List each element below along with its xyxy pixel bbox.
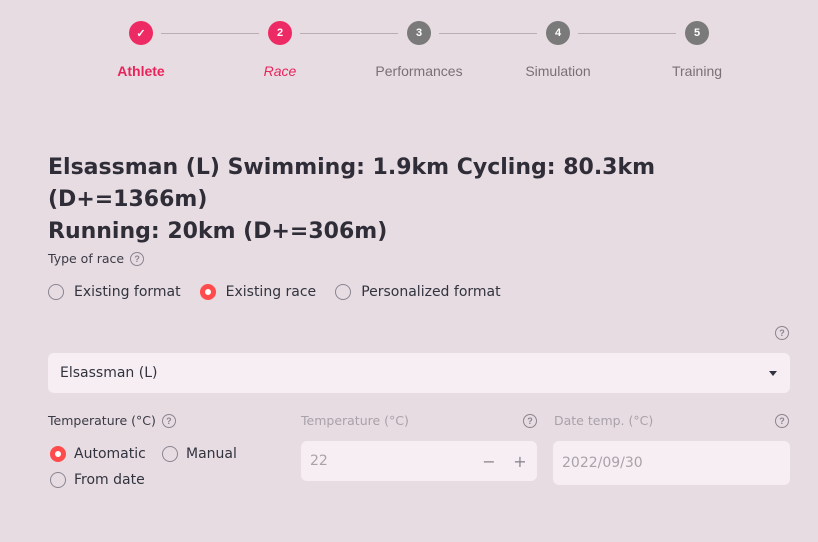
race-select[interactable]: Elsassman (L) [48,353,790,393]
race-select-help-icon[interactable]: ? [775,326,789,340]
temperature-input-label: Temperature (°C) [301,413,537,428]
radio-circle[interactable] [335,284,352,300]
radio-circle-selected[interactable] [199,284,216,300]
temperature-number-input[interactable]: 22 − + [301,441,537,481]
race-summary-title: Elsassman (L) Swimming: 1.9km Cycling: 8… [48,152,788,248]
increment-button[interactable]: + [505,441,535,481]
radio-from-date[interactable]: From date [50,472,145,488]
type-of-race-label-text: Type of race [48,251,125,266]
step-race-circle[interactable]: 2 [268,21,292,45]
date-temp-value: 2022/09/30 [562,455,643,471]
progress-stepper: ✓ 2 3 4 5 Athlete Race Performances Simu… [0,0,818,100]
date-temp-help-icon[interactable]: ? [775,414,789,428]
radio-label: Automatic [74,446,146,462]
radio-circle-selected[interactable] [50,446,66,462]
date-temp-label-text: Date temp. (°C) [554,413,654,428]
step-connector [161,33,259,34]
help-icon[interactable]: ? [161,413,176,428]
temperature-mode-label: Temperature (°C) ? [48,413,176,428]
caret-down-icon[interactable] [769,371,777,376]
race-select-value: Elsassman (L) [60,365,158,381]
step-simulation-label[interactable]: Simulation [488,63,628,79]
radio-existing-race[interactable]: Existing race [199,284,317,300]
radio-circle[interactable] [162,446,178,462]
type-of-race-label: Type of race ? [48,251,145,266]
temperature-input-label-text: Temperature (°C) [301,413,409,428]
type-of-race-radio-group: Existing format Existing race Personaliz… [48,284,501,300]
step-performances-label[interactable]: Performances [349,63,489,79]
radio-label: Existing race [225,284,317,300]
radio-label: Manual [186,446,237,462]
temperature-input-value: 22 [310,453,328,469]
step-connector [439,33,537,34]
radio-automatic[interactable]: Automatic [50,446,146,462]
date-temp-input[interactable]: 2022/09/30 [553,441,790,485]
step-athlete-check-icon[interactable]: ✓ [129,21,153,45]
step-simulation-circle[interactable]: 4 [546,21,570,45]
help-icon[interactable]: ? [130,251,145,266]
radio-existing-format[interactable]: Existing format [48,284,181,300]
step-connector [300,33,398,34]
step-training-label[interactable]: Training [627,63,767,79]
race-summary-line-2: Running: 20km (D+=306m) [48,219,388,244]
step-training-circle[interactable]: 5 [685,21,709,45]
temperature-mode-label-text: Temperature (°C) [48,413,156,428]
radio-circle[interactable] [48,284,64,300]
step-race-label[interactable]: Race [210,63,350,79]
race-summary-line-1: Elsassman (L) Swimming: 1.9km Cycling: 8… [48,155,656,212]
step-athlete-label[interactable]: Athlete [71,63,211,79]
radio-label: Existing format [74,284,181,300]
step-connector [578,33,676,34]
radio-circle[interactable] [50,472,66,488]
radio-manual[interactable]: Manual [162,446,237,462]
step-performances-circle[interactable]: 3 [407,21,431,45]
radio-label: Personalized format [361,284,501,300]
radio-personalized-format[interactable]: Personalized format [335,284,501,300]
decrement-button[interactable]: − [474,441,504,481]
temperature-input-help-icon[interactable]: ? [523,414,537,428]
date-temp-label: Date temp. (°C) [554,413,653,428]
radio-label: From date [74,472,145,488]
